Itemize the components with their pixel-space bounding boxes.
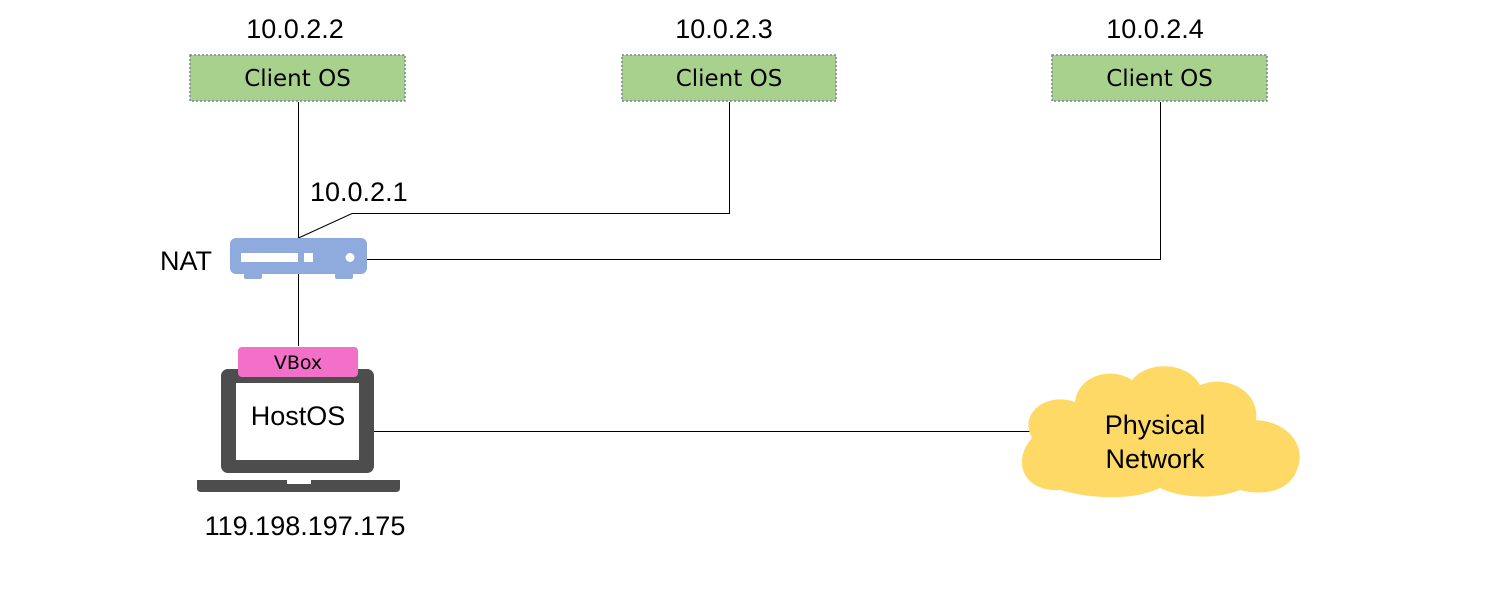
link-client3-nat — [362, 102, 1161, 260]
client-node-2: 10.0.2.3 Client OS — [621, 14, 837, 102]
cloud-label-line2: Network — [1105, 444, 1205, 474]
client-ip-3: 10.0.2.4 — [1106, 14, 1204, 44]
host-os-label: HostOS — [251, 401, 346, 431]
client-ip-2: 10.0.2.3 — [675, 14, 773, 44]
client-label-2: Client OS — [676, 66, 783, 92]
network-diagram: 10.0.2.2 Client OS 10.0.2.3 Client OS 10… — [160, 14, 1300, 541]
nat-label: NAT — [160, 246, 212, 276]
cloud-label-line1: Physical — [1105, 410, 1206, 440]
client-ip-1: 10.0.2.2 — [246, 14, 344, 44]
client-label-3: Client OS — [1106, 66, 1213, 92]
client-node-1: 10.0.2.2 Client OS — [189, 14, 406, 102]
connection-lines — [298, 102, 1161, 432]
host-ip: 119.198.197.175 — [205, 511, 406, 541]
vbox-badge: VBox — [238, 347, 358, 377]
client-node-3: 10.0.2.4 Client OS — [1051, 14, 1268, 102]
nat-gateway-ip: 10.0.2.1 — [310, 177, 408, 207]
client-label-1: Client OS — [244, 66, 351, 92]
physical-network-cloud: Physical Network — [1021, 366, 1300, 498]
vbox-label: VBox — [274, 352, 322, 374]
nat-router-icon — [230, 238, 367, 279]
link-client2-nat — [298, 102, 730, 239]
